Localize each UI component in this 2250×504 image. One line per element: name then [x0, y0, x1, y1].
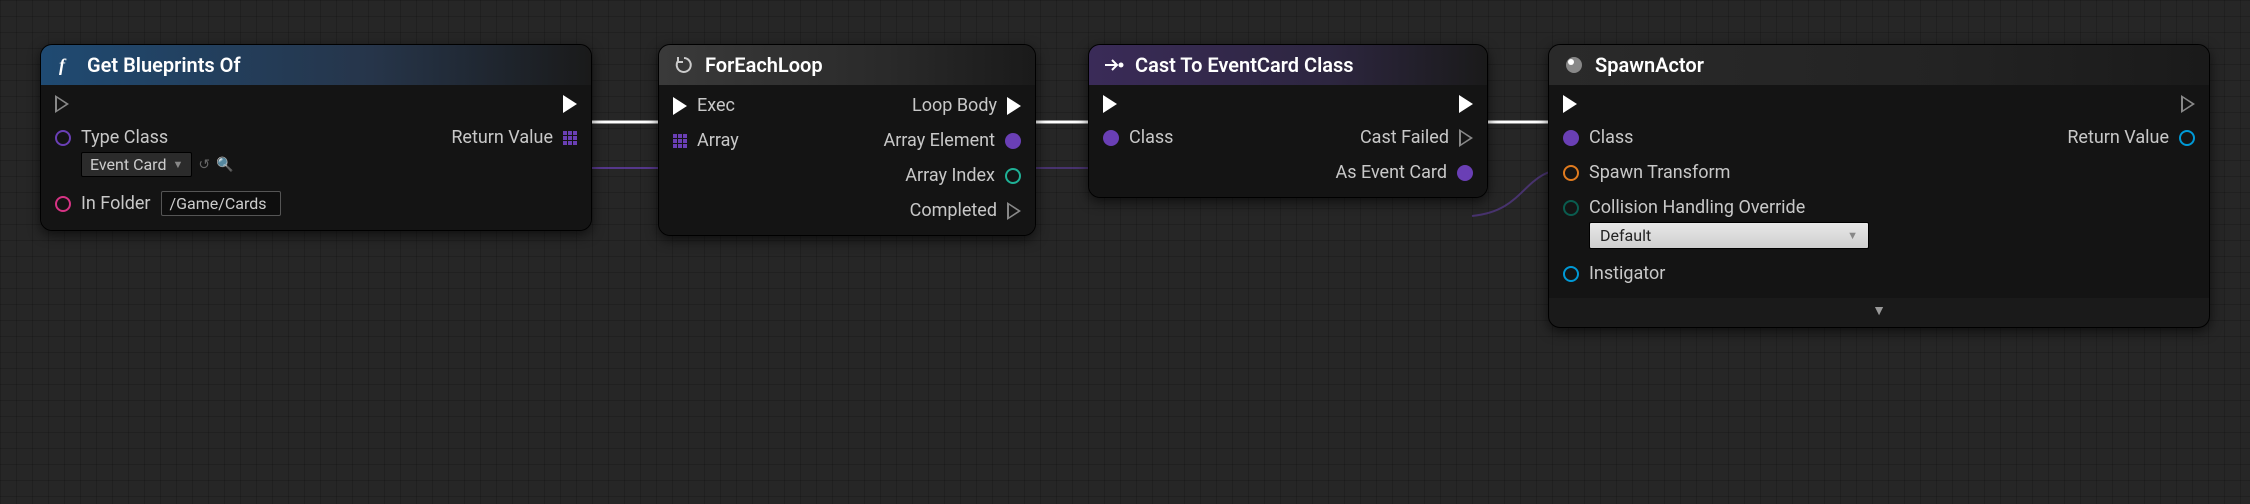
node-spawn-actor[interactable]: SpawnActor Class Spawn Transform Collisi…: [1548, 44, 2210, 328]
pin-label: As Event Card: [1335, 162, 1447, 183]
return-value-pin[interactable]: Return Value: [451, 127, 577, 148]
node-header[interactable]: ForEachLoop: [659, 45, 1035, 85]
as-event-card-pin[interactable]: As Event Card: [1335, 162, 1473, 183]
chevron-down-icon: ▼: [1847, 229, 1858, 242]
loop-icon: [673, 54, 695, 76]
exec-in-pin[interactable]: Exec: [673, 95, 813, 116]
node-title: Cast To EventCard Class: [1135, 53, 1354, 77]
search-icon[interactable]: 🔍: [216, 157, 233, 173]
exec-out-pin[interactable]: [2181, 95, 2195, 113]
pin-label: Loop Body: [912, 95, 997, 116]
pin-label: Exec: [697, 95, 735, 116]
pin-label: Return Value: [451, 127, 553, 148]
node-header[interactable]: Cast To EventCard Class: [1089, 45, 1487, 85]
pin-label: Cast Failed: [1360, 127, 1449, 148]
pin-label: Instigator: [1589, 263, 1665, 284]
node-cast-to-eventcard[interactable]: Cast To EventCard Class Class Cast Faile…: [1088, 44, 1488, 198]
instigator-pin[interactable]: Instigator: [1563, 263, 1883, 284]
collision-dropdown[interactable]: Default ▼: [1589, 222, 1869, 249]
reset-icon[interactable]: ↺: [198, 157, 210, 173]
type-class-dropdown[interactable]: Event Card ▼: [81, 152, 192, 177]
pin-label: Type Class: [81, 127, 168, 148]
cast-icon: [1103, 54, 1125, 76]
pin-label: Completed: [910, 200, 997, 221]
node-foreach-loop[interactable]: ForEachLoop Exec Array Loop Body Array E…: [658, 44, 1036, 236]
pin-label: Array Element: [883, 130, 995, 151]
node-get-blueprints-of[interactable]: f Get Blueprints Of Type Class Event Car…: [40, 44, 592, 231]
chevron-down-icon: ▼: [172, 158, 183, 171]
array-index-pin[interactable]: Array Index: [905, 165, 1021, 186]
function-icon: f: [55, 54, 77, 76]
exec-in-pin[interactable]: [1103, 95, 1243, 113]
pin-label: Spawn Transform: [1589, 162, 1730, 183]
node-header[interactable]: f Get Blueprints Of: [41, 45, 591, 85]
node-header[interactable]: SpawnActor: [1549, 45, 2209, 85]
completed-pin[interactable]: Completed: [910, 200, 1021, 221]
node-title: ForEachLoop: [705, 53, 823, 77]
expand-arrow-icon[interactable]: ▼: [1549, 298, 2209, 327]
spawn-transform-pin[interactable]: Spawn Transform: [1563, 162, 1883, 183]
class-in-pin[interactable]: Class: [1103, 127, 1243, 148]
array-element-pin[interactable]: Array Element: [883, 130, 1021, 151]
pin-label: In Folder: [81, 193, 151, 214]
class-in-pin[interactable]: Class: [1563, 127, 1883, 148]
node-title: SpawnActor: [1595, 53, 1704, 77]
pin-label: Class: [1589, 127, 1633, 148]
exec-in-pin[interactable]: [1563, 95, 1883, 113]
return-value-pin[interactable]: Return Value: [2067, 127, 2195, 148]
collision-handling-pin[interactable]: Collision Handling Override: [1563, 197, 1883, 218]
exec-in-pin[interactable]: [55, 95, 281, 113]
spawn-icon: [1563, 54, 1585, 76]
exec-out-pin[interactable]: [563, 95, 577, 113]
cast-failed-pin[interactable]: Cast Failed: [1360, 127, 1473, 148]
in-folder-input[interactable]: /Game/Cards: [161, 191, 281, 216]
pin-label: Array Index: [905, 165, 995, 186]
pin-label: Class: [1129, 127, 1173, 148]
pin-label: Return Value: [2067, 127, 2169, 148]
pin-label: Collision Handling Override: [1589, 197, 1805, 218]
loop-body-pin[interactable]: Loop Body: [912, 95, 1021, 116]
svg-text:f: f: [59, 55, 67, 75]
in-folder-pin[interactable]: In Folder /Game/Cards: [55, 191, 281, 216]
array-in-pin[interactable]: Array: [673, 130, 813, 151]
pin-label: Array: [697, 130, 739, 151]
exec-out-pin[interactable]: [1459, 95, 1473, 113]
type-class-pin[interactable]: Type Class: [55, 127, 281, 148]
node-title: Get Blueprints Of: [87, 53, 241, 77]
